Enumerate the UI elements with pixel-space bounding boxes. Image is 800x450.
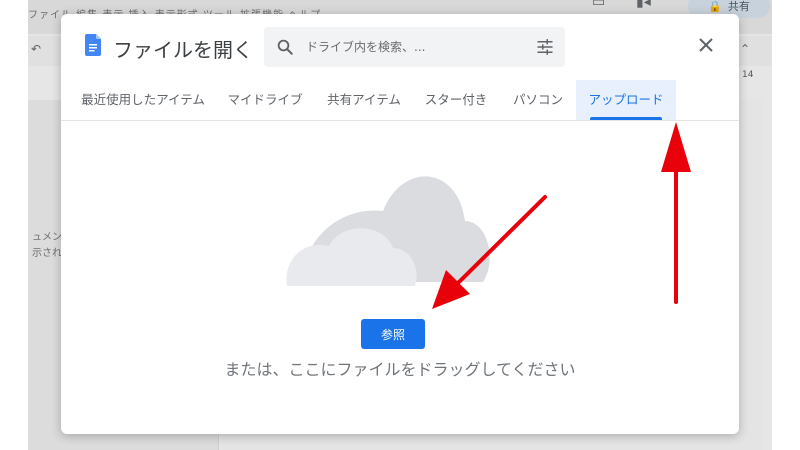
ruler-number: 14 bbox=[742, 70, 754, 80]
tune-icon[interactable] bbox=[536, 38, 554, 56]
dialog-tabs: 最近使用したアイテム マイドライブ 共有アイテム スター付き パソコン アップロ… bbox=[61, 80, 739, 121]
tab-label: パソコン bbox=[512, 92, 563, 107]
tab-label: スター付き bbox=[424, 92, 488, 107]
dialog-title: ファイルを開く bbox=[113, 38, 253, 62]
tab-recent[interactable]: 最近使用したアイテム bbox=[71, 80, 215, 120]
drag-drop-hint: または、ここにファイルをドラッグしてください bbox=[224, 360, 576, 379]
open-file-dialog: ファイルを開く 最近使用したアイテム マイドライブ 共有アイテム bbox=[61, 14, 739, 434]
drive-search-input[interactable] bbox=[306, 37, 526, 57]
background-margin-left bbox=[0, 0, 28, 450]
meet-icon: ▮◂ bbox=[636, 0, 651, 10]
tab-label: 共有アイテム bbox=[327, 92, 401, 107]
active-tab-indicator bbox=[590, 117, 662, 120]
search-icon[interactable] bbox=[276, 38, 294, 56]
chevron-up-icon: ⌃ bbox=[740, 42, 751, 56]
background-doc-line: 示され bbox=[32, 248, 62, 259]
google-docs-icon bbox=[85, 34, 101, 56]
share-label: 共有 bbox=[727, 0, 750, 13]
drive-search-box[interactable] bbox=[264, 27, 565, 67]
tab-label: アップロード bbox=[588, 92, 664, 107]
tab-shared[interactable]: 共有アイテム bbox=[319, 80, 409, 120]
close-icon[interactable] bbox=[698, 37, 714, 53]
tab-upload[interactable]: アップロード bbox=[576, 80, 676, 120]
cloud-illustration bbox=[286, 176, 490, 286]
comment-icon: ▭ bbox=[592, 0, 606, 10]
tab-label: マイドライブ bbox=[227, 92, 303, 107]
lock-icon: 🔒 bbox=[708, 0, 722, 13]
tab-label: 最近使用したアイテム bbox=[81, 92, 205, 107]
background-doc-text: ュメン 示され bbox=[32, 230, 62, 262]
undo-icon: ↶ bbox=[31, 42, 42, 56]
background-doc-line: ュメン bbox=[32, 232, 62, 243]
browse-button[interactable]: 参照 bbox=[361, 319, 425, 349]
tab-starred[interactable]: スター付き bbox=[417, 80, 495, 120]
tab-my-drive[interactable]: マイドライブ bbox=[219, 80, 311, 120]
background-margin-right bbox=[772, 0, 800, 450]
tab-computers[interactable]: パソコン bbox=[505, 80, 571, 120]
